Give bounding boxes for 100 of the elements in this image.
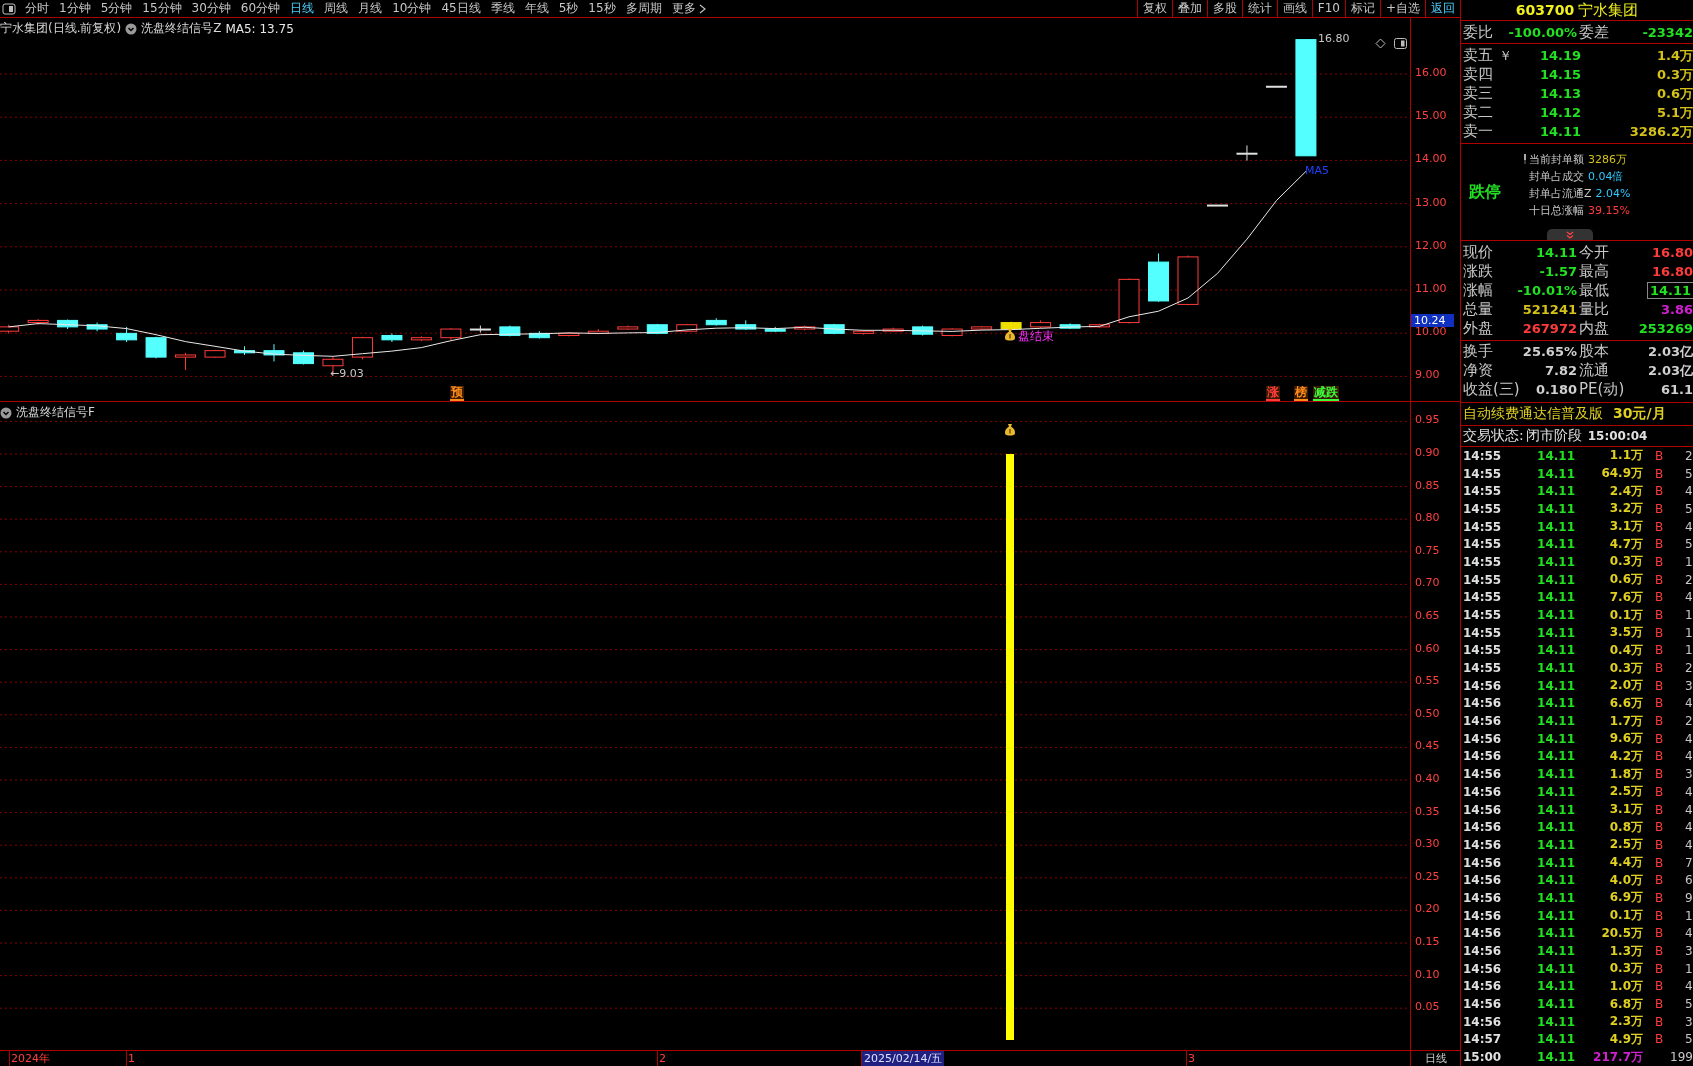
tick-volume: 2.5万 [1609,783,1643,801]
indicator-tick: 0.65 [1415,609,1440,622]
field-label: 换手 [1463,342,1493,361]
period-tab[interactable]: 日线 [285,0,320,17]
candlestick [293,350,314,365]
candlestick [823,323,845,335]
promo-text[interactable]: 自动续费通达信普及版 [1463,405,1603,423]
period-tab[interactable]: 周线 [319,0,354,17]
tick-volume: 9.6万 [1609,730,1643,748]
ask-label: 卖三 [1463,84,1494,103]
toolbar-button[interactable]: +自选 [1379,0,1425,17]
period-tab[interactable]: 1分钟 [54,0,96,17]
ma-value: MA5: 13.75 [225,21,294,36]
period-tab[interactable]: 季线 [485,0,520,17]
tick-side: B [1655,749,1664,764]
toolbar-button[interactable]: 统计 [1241,0,1277,17]
period-tab[interactable]: 30分钟 [186,0,236,17]
field-label: 量比 [1579,300,1609,319]
candlestick [381,332,403,343]
tick-volume: 3.1万 [1609,801,1643,819]
indicator-name: 洗盘终结信号Z [141,20,222,37]
period-tab[interactable]: 5秒 [553,0,584,17]
tick-time: 14:56 [1463,926,1502,941]
indicator-tick: 0.95 [1415,413,1440,427]
tick-side: B [1655,466,1664,481]
collapse-icon[interactable] [0,406,12,419]
toolbar-button[interactable]: 返回 [1425,0,1460,17]
pin-icon [1523,154,1527,164]
tick-count: 1 [1685,608,1693,622]
candlestick [1207,204,1228,207]
currency-icon[interactable]: ￥ [1499,46,1513,65]
toolbar-button[interactable]: 标记 [1344,0,1380,17]
check-circle-icon[interactable] [125,22,138,35]
period-tab[interactable]: 45日线 [436,0,486,17]
tick-count: 4 [1685,590,1693,605]
period-tab[interactable]: 年线 [519,0,554,17]
period-tab[interactable]: 更多 [666,0,711,17]
tick-count: 3 [1685,678,1693,693]
period-tab[interactable]: 多周期 [620,0,667,17]
tick-volume: 0.1万 [1609,907,1643,925]
price-tick: 12.00 [1415,238,1447,252]
candlestick [1177,255,1199,306]
indicator-tick: 0.55 [1415,674,1440,688]
candlestick [145,336,167,359]
field-label: 股本 [1579,342,1609,361]
candlestick [1236,144,1258,162]
status-label: 交易状态: [1463,427,1524,445]
tick-time: 14:56 [1463,802,1502,817]
candlestick [587,328,609,335]
period-tab[interactable]: 分时 [20,0,54,17]
tick-price: 14.11 [1537,837,1575,852]
tick-volume: 4.0万 [1609,871,1643,889]
panel-toggle-icon[interactable] [2,2,16,15]
tick-time: 14:56 [1463,784,1502,799]
panel-toggle-icon[interactable] [1394,38,1407,49]
tick-price: 14.11 [1537,625,1575,640]
toolbar-button[interactable]: F10 [1311,0,1345,17]
period-tab[interactable]: 5分钟 [95,0,138,17]
field-label: 委差 [1579,22,1609,42]
tick-price: 14.11 [1537,678,1575,693]
field-label: 委比 [1463,22,1493,42]
signal-marker: 涨 [1266,386,1280,401]
expand-tab[interactable] [1547,229,1593,240]
tick-side: B [1655,537,1664,552]
status-time: 15:00:04 [1587,429,1648,443]
tick-price: 14.11 [1537,1050,1575,1065]
candlestick [941,327,963,337]
tick-time: 14:56 [1463,979,1502,994]
tick-volume: 4.9万 [1609,1030,1643,1048]
tick-time: 14:55 [1463,572,1502,587]
tick-time: 14:56 [1463,767,1502,782]
tick-count: 2 [1685,661,1693,676]
tick-count: 4 [1685,784,1693,799]
tick-count: 4 [1685,820,1693,835]
toolbar-button[interactable]: 画线 [1276,0,1312,17]
promo-price[interactable]: 30元/月 [1613,405,1666,423]
candlestick [27,318,49,326]
tick-volume: 0.3万 [1609,960,1643,978]
period-tab[interactable]: 15分钟 [137,0,187,17]
tick-time: 14:56 [1463,749,1502,764]
period-tab[interactable]: 15秒 [583,0,621,17]
tick-price: 14.11 [1537,1014,1575,1029]
low-price-label: ←9.03 [330,367,364,380]
tick-time: 14:55 [1463,554,1502,569]
tick-time: 14:55 [1463,590,1502,605]
tick-count: 2 [1685,572,1693,587]
indicator-title: 洗盘终结信号F [16,404,95,421]
tick-price: 14.11 [1537,749,1575,764]
toolbar-button[interactable]: 多股 [1206,0,1242,17]
period-tab[interactable]: 60分钟 [235,0,286,17]
field-value: 61.1 [1660,382,1693,397]
candlestick [116,326,138,343]
tick-side: B [1655,837,1664,852]
tick-time: 14:56 [1463,961,1502,976]
toolbar-button[interactable]: 叠加 [1171,0,1207,17]
tick-volume: 0.3万 [1609,553,1643,571]
period-tab[interactable]: 10分钟 [387,0,437,17]
toolbar-button[interactable]: 复权 [1136,0,1172,17]
diamond-icon[interactable] [1375,38,1386,49]
period-tab[interactable]: 月线 [353,0,388,17]
